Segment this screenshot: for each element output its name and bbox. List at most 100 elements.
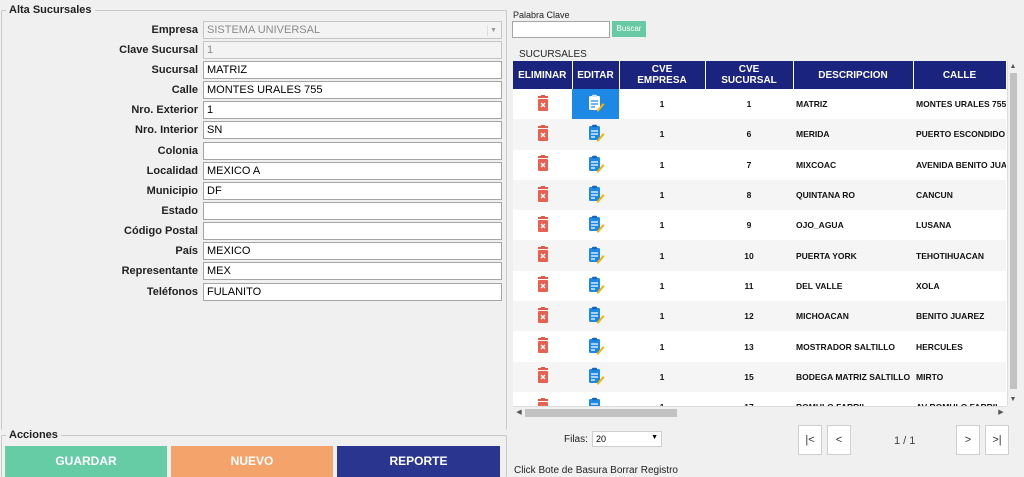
delete-cell[interactable]: [513, 392, 572, 406]
prev-page-button[interactable]: <: [827, 425, 851, 455]
edit-document-icon[interactable]: [587, 185, 605, 205]
edit-cell[interactable]: [572, 119, 619, 150]
delete-cell[interactable]: [513, 361, 572, 392]
field-input[interactable]: MEX: [203, 262, 502, 280]
field-input[interactable]: MATRIZ: [203, 61, 502, 79]
trash-icon[interactable]: [535, 185, 551, 205]
table-row[interactable]: 1 6 MERIDA PUERTO ESCONDIDO: [513, 119, 1006, 150]
field-input[interactable]: [203, 202, 502, 220]
nuevo-button[interactable]: NUEVO: [171, 446, 333, 477]
edit-cell[interactable]: [572, 210, 619, 240]
chevron-down-icon: ▼: [651, 434, 658, 441]
header-eliminar[interactable]: ELIMINAR: [513, 61, 573, 89]
delete-cell[interactable]: [513, 119, 572, 150]
edit-cell[interactable]: [572, 150, 619, 180]
header-editar[interactable]: EDITAR: [572, 61, 620, 89]
field-input[interactable]: 1: [203, 41, 502, 59]
header-cve-empresa[interactable]: CVE EMPRESA: [619, 61, 706, 89]
edit-document-icon[interactable]: [587, 125, 605, 144]
last-page-button[interactable]: >|: [985, 425, 1009, 455]
table-row[interactable]: 1 10 PUERTA YORK TEHOTIHUACAN: [513, 240, 1006, 271]
cve-sucursal-cell: 17: [705, 392, 793, 406]
edit-document-icon[interactable]: [587, 94, 605, 114]
scroll-right-arrow-icon[interactable]: ▶: [996, 408, 1006, 418]
edit-document-icon[interactable]: [587, 307, 605, 326]
chevron-down-icon[interactable]: ▼: [487, 25, 499, 36]
header-cve-sucursal[interactable]: CVE SUCURSAL: [705, 61, 794, 89]
delete-cell[interactable]: [513, 150, 572, 180]
header-calle[interactable]: CALLE: [913, 61, 1007, 89]
field-input[interactable]: [203, 142, 502, 160]
trash-icon[interactable]: [535, 337, 551, 356]
trash-icon[interactable]: [535, 367, 551, 386]
field-input[interactable]: 1: [203, 101, 502, 119]
edit-document-icon[interactable]: [587, 367, 605, 387]
edit-document-icon[interactable]: [587, 155, 605, 175]
delete-cell[interactable]: [513, 89, 572, 119]
edit-document-icon[interactable]: [587, 337, 605, 357]
guardar-button[interactable]: GUARDAR: [5, 446, 167, 477]
cve-sucursal-cell: 11: [744, 280, 754, 291]
field-input[interactable]: FULANITO: [203, 283, 502, 301]
grid-horizontal-scrollbar[interactable]: ◀ ▶: [513, 406, 1007, 418]
trash-icon[interactable]: [535, 155, 551, 174]
edit-cell[interactable]: [572, 301, 619, 332]
field-input[interactable]: MEXICO A: [203, 162, 502, 180]
table-row[interactable]: 1 15 BODEGA MATRIZ SALTILLO MIRTO: [513, 361, 1006, 392]
grid-vertical-scrollbar[interactable]: ▲ ▼: [1007, 61, 1018, 406]
trash-icon[interactable]: [535, 215, 551, 235]
edit-cell[interactable]: [572, 361, 619, 392]
table-row[interactable]: 1 7 MIXCOAC AVENIDA BENITO JUA: [513, 150, 1006, 180]
horizontal-scroll-thumb[interactable]: [525, 409, 677, 417]
trash-icon[interactable]: [535, 306, 551, 326]
table-row[interactable]: 1 9 OJO_AGUA LUSANA: [513, 210, 1006, 240]
edit-cell[interactable]: [572, 331, 619, 361]
scroll-up-arrow-icon[interactable]: ▲: [1008, 62, 1018, 72]
vertical-scroll-thumb[interactable]: [1010, 73, 1017, 389]
delete-cell[interactable]: [513, 271, 572, 301]
edit-cell[interactable]: [572, 392, 619, 406]
delete-cell[interactable]: [513, 240, 572, 271]
edit-document-icon[interactable]: [587, 246, 605, 266]
scroll-left-arrow-icon[interactable]: ◀: [514, 408, 524, 418]
next-page-button[interactable]: >: [956, 425, 980, 455]
table-row[interactable]: 1 13 MOSTRADOR SALTILLO HERCULES: [513, 331, 1006, 361]
header-descripcion[interactable]: DESCRIPCION: [793, 61, 914, 89]
delete-cell[interactable]: [513, 331, 572, 361]
field-label: Sucursal: [151, 64, 198, 76]
delete-cell[interactable]: [513, 301, 572, 332]
first-page-button[interactable]: |<: [798, 425, 822, 455]
descripcion-cell: MICHOACAN: [793, 301, 913, 332]
field-input[interactable]: SN: [203, 121, 502, 139]
table-row[interactable]: 1 11 DEL VALLE XOLA: [513, 271, 1006, 301]
edit-cell[interactable]: [572, 89, 619, 120]
edit-document-icon[interactable]: [587, 216, 605, 235]
filas-select[interactable]: 20 ▼: [592, 431, 662, 447]
buscar-button[interactable]: Buscar: [612, 21, 646, 37]
descripcion-cell: MERIDA: [793, 119, 913, 150]
edit-document-icon[interactable]: [587, 276, 605, 296]
field-input[interactable]: MEXICO: [203, 242, 502, 260]
field-label: Clave Sucursal: [119, 44, 198, 56]
trash-icon[interactable]: [535, 276, 551, 295]
field-input[interactable]: [203, 222, 502, 240]
filas-label: Filas:: [564, 434, 588, 445]
field-input[interactable]: MONTES URALES 755: [203, 81, 502, 99]
trash-icon[interactable]: [535, 246, 551, 265]
trash-icon[interactable]: [535, 94, 551, 114]
table-row[interactable]: 1 8 QUINTANA RO CANCUN: [513, 179, 1006, 211]
empresa-select[interactable]: SISTEMA UNIVERSAL ▼: [203, 21, 502, 39]
delete-cell[interactable]: [513, 210, 572, 240]
table-row[interactable]: 1 1 MATRIZ MONTES URALES 755: [513, 89, 1006, 120]
delete-cell[interactable]: [513, 179, 572, 211]
edit-cell[interactable]: [572, 179, 619, 211]
trash-icon[interactable]: [535, 124, 551, 144]
table-row[interactable]: 1 12 MICHOACAN BENITO JUAREZ: [513, 301, 1006, 332]
scroll-down-arrow-icon[interactable]: ▼: [1008, 395, 1018, 405]
edit-cell[interactable]: [572, 271, 619, 301]
reporte-button[interactable]: REPORTE: [337, 446, 500, 477]
edit-cell[interactable]: [572, 240, 619, 271]
field-input[interactable]: DF: [203, 182, 502, 200]
palabra-clave-input[interactable]: [512, 21, 610, 38]
table-row[interactable]: 117ROMULO FARRILAV ROMULO FARRIL: [513, 392, 1006, 406]
